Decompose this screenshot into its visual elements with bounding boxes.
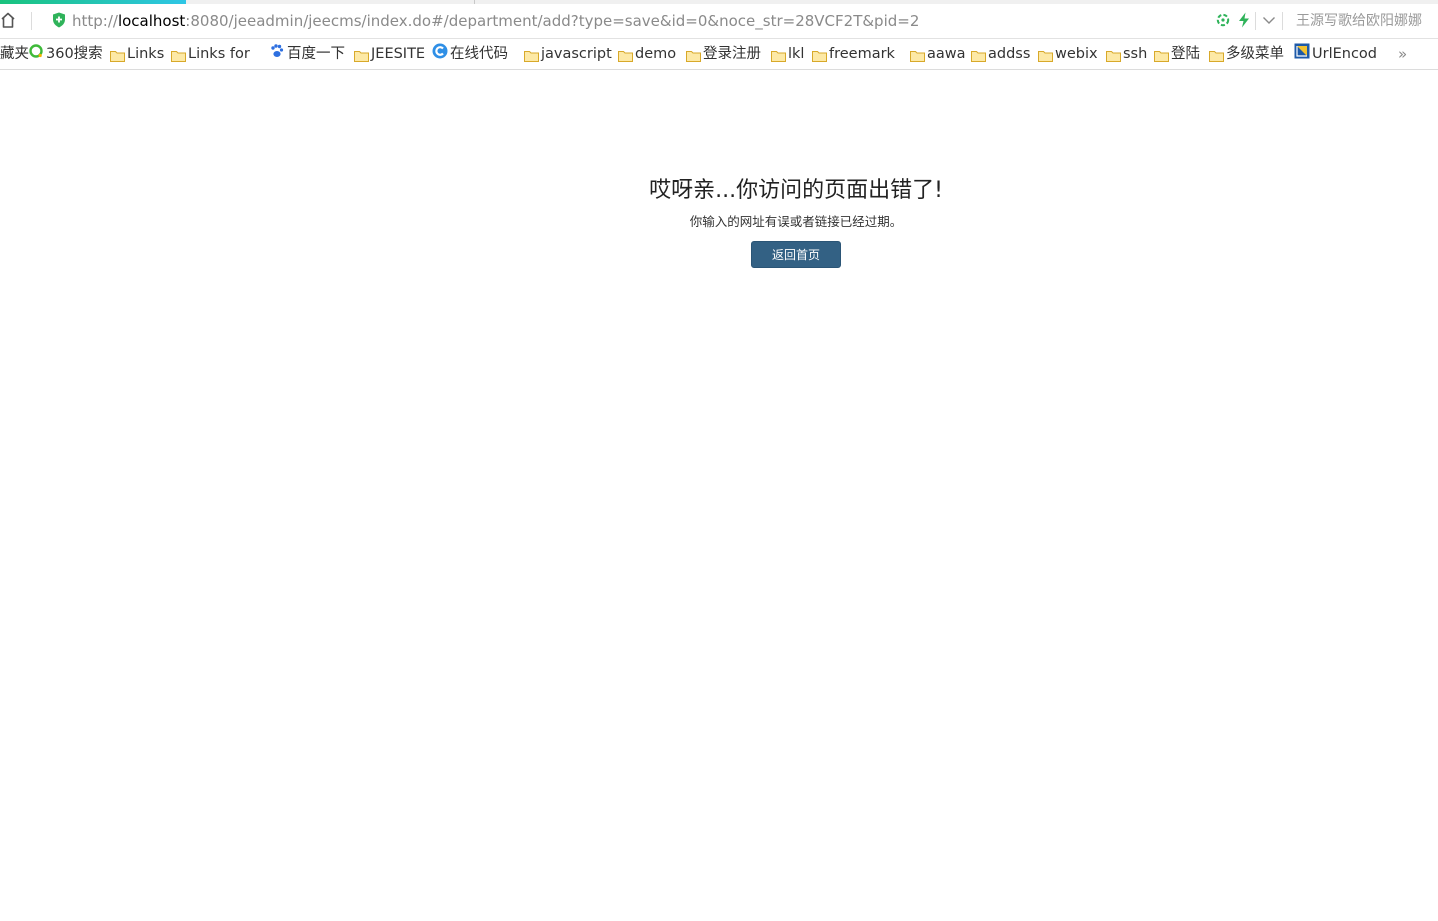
speed-mode-icon[interactable] [1237,12,1251,32]
bookmark-label: 多级菜单 [1226,46,1284,62]
bookmark-label: Links for [188,46,250,62]
divider [1282,12,1283,30]
folder-icon [771,48,786,62]
folder-icon [524,48,539,62]
bookmark-item[interactable]: 登陆 [1154,44,1200,64]
bookmark-label: freemark [829,46,895,62]
url-scheme: http:// [72,12,118,30]
error-title: 哎呀亲...你访问的页面出错了! [649,178,943,203]
bookmarks-bar: 藏夹 360搜索 Links Links for 百度一下 JEESITE 在线… [0,39,1438,70]
bookmark-label: 登录注册 [703,46,761,62]
folder-icon [354,48,369,62]
error-subtitle: 你输入的网址有误或者链接已经过期。 [689,214,903,229]
bookmark-item[interactable]: 360搜索 [28,44,103,64]
chevron-down-icon[interactable] [1262,12,1276,32]
url-host: localhost [117,12,186,30]
bookmark-label: 百度一下 [287,46,345,62]
bookmark-item[interactable]: Links [110,44,164,64]
bookmark-item[interactable]: addss [971,44,1030,64]
bookmark-item[interactable]: lkl [771,44,804,64]
folder-icon [686,48,701,62]
urlencode-icon [1294,43,1310,65]
folder-icon [910,48,925,62]
folder-icon [110,48,125,62]
bookmark-item[interactable]: freemark [812,44,895,64]
bookmark-label: aawa [927,46,966,62]
user-account-name[interactable]: 王源写歌给欧阳娜娜 [1296,11,1422,31]
bookmark-label: ssh [1123,46,1148,62]
folder-icon [812,48,827,62]
bookmark-label: demo [635,46,677,62]
more-bookmarks-button[interactable]: » [1398,44,1407,64]
folder-icon [971,48,986,62]
bookmark-item[interactable]: JEESITE [354,44,425,64]
bookmark-label: UrlEncod [1312,46,1378,62]
reload-icon[interactable] [1215,12,1231,32]
bookmark-label: 藏夹 [0,46,29,62]
bookmark-item[interactable]: 藏夹 [0,44,29,64]
bookmark-item[interactable]: aawa [910,44,966,64]
bookmark-label: 登陆 [1171,46,1200,62]
bookmark-item[interactable]: 百度一下 [269,44,345,64]
baidu-paw-icon [269,43,285,65]
c-logo-icon [432,43,448,65]
bookmark-label: webix [1055,46,1098,62]
bookmark-item[interactable]: UrlEncod [1294,43,1378,65]
bookmark-label: 360搜索 [46,46,103,62]
bookmark-item[interactable]: Links for [171,44,250,64]
bookmark-label: javascript [541,46,612,62]
url-field[interactable]: http://localhost:8080/jeeadmin/jeecms/in… [72,11,919,31]
address-bar: http://localhost:8080/jeeadmin/jeecms/in… [0,4,1438,39]
return-home-button[interactable]: 返回首页 [751,241,841,268]
bookmark-item[interactable]: demo [618,44,676,64]
bookmark-item[interactable]: 登录注册 [686,44,761,64]
bookmark-label: JEESITE [371,46,426,62]
folder-icon [1038,48,1053,62]
bookmark-item[interactable]: 在线代码 [432,43,508,65]
bookmark-label: Links [127,46,165,62]
bookmark-label: 在线代码 [450,46,508,62]
page-content: 哎呀亲...你访问的页面出错了! 你输入的网址有误或者链接已经过期。 返回首页 [0,70,1438,921]
360-icon [28,43,44,65]
folder-icon [1106,48,1121,62]
secure-shield-icon[interactable] [52,12,66,28]
folder-icon [1209,48,1224,62]
bookmark-item[interactable]: ssh [1106,44,1147,64]
folder-icon [171,48,186,62]
url-path: :8080/jeeadmin/jeecms/index.do#/departme… [185,12,920,30]
home-icon[interactable] [0,11,16,29]
folder-icon [1154,48,1169,62]
folder-icon [618,48,633,62]
bookmark-item[interactable]: javascript [524,44,612,64]
divider [1255,12,1256,30]
bookmark-item[interactable]: 多级菜单 [1209,44,1284,64]
divider [31,12,32,30]
bookmark-item[interactable]: webix [1038,44,1098,64]
bookmark-label: addss [988,46,1031,62]
bookmark-label: lkl [788,46,805,62]
